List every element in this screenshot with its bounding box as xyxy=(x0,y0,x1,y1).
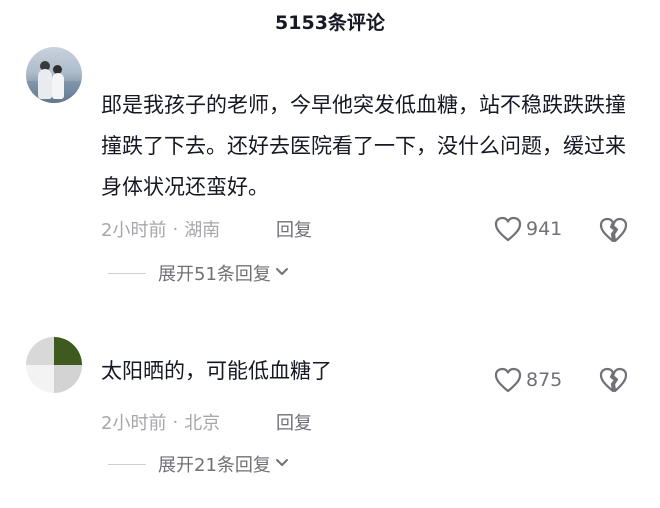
heart-outline-icon xyxy=(494,216,522,242)
like-button[interactable]: 941 xyxy=(494,216,562,242)
comment-time: 2小时前 xyxy=(101,413,167,434)
chevron-down-icon xyxy=(275,456,289,472)
like-count: 941 xyxy=(526,218,563,240)
expand-divider xyxy=(108,272,146,274)
like-count: 875 xyxy=(526,369,563,391)
reply-button[interactable]: 回复 xyxy=(276,216,312,242)
expand-replies-button[interactable]: 展开51条回复 xyxy=(108,260,289,286)
comment-meta: 2小时前 · 北京 xyxy=(101,409,220,435)
reply-button[interactable]: 回复 xyxy=(276,409,312,435)
comment-meta: 2小时前 · 湖南 xyxy=(101,216,220,242)
comment-count-title: 5153条评论 xyxy=(275,11,385,34)
heart-outline-icon xyxy=(494,367,522,393)
meta-separator: · xyxy=(172,411,179,433)
expand-replies-button[interactable]: 展开21条回复 xyxy=(108,451,289,477)
chevron-down-icon xyxy=(275,265,289,281)
meta-separator: · xyxy=(172,218,179,240)
comment-text: 䢸是我孩子的老师，今早他突发低血糖，站不稳跌跌跌撞撞跌了下去。还好去医院看了一下… xyxy=(101,93,626,199)
expand-replies-label: 展开21条回复 xyxy=(158,455,271,476)
comment-location: 湖南 xyxy=(184,220,221,241)
avatar[interactable] xyxy=(26,337,82,393)
like-button[interactable]: 875 xyxy=(494,367,562,393)
broken-heart-icon[interactable] xyxy=(598,216,628,244)
broken-heart-icon[interactable] xyxy=(598,366,628,394)
expand-replies-label: 展开51条回复 xyxy=(158,264,271,285)
expand-divider xyxy=(108,463,146,465)
comments-header: 5153条评论 xyxy=(0,0,660,40)
comment-location: 北京 xyxy=(184,413,221,434)
comment-time: 2小时前 xyxy=(101,220,167,241)
avatar[interactable] xyxy=(26,47,82,103)
